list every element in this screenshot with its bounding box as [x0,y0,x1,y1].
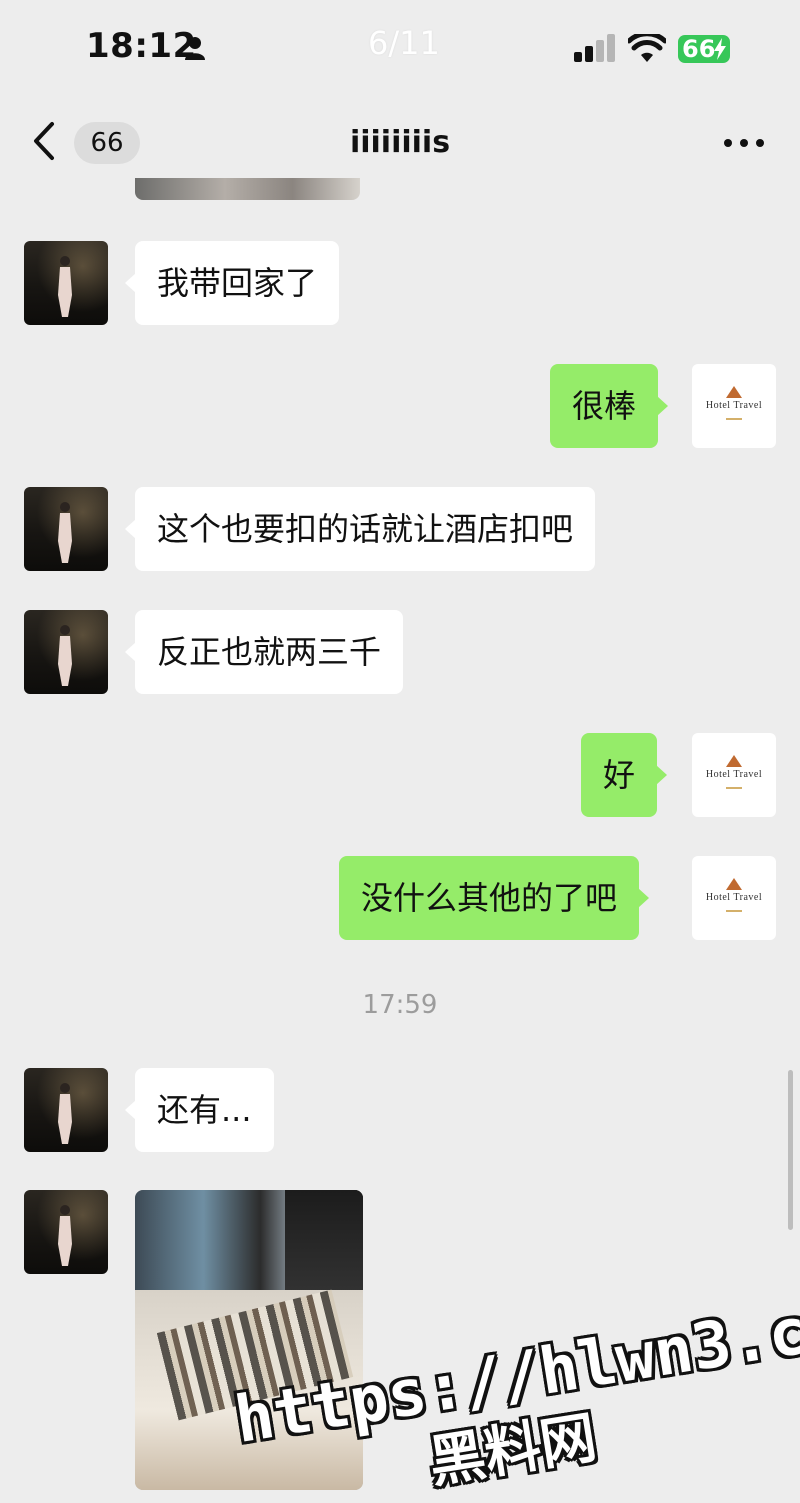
contact-avatar[interactable] [24,1068,108,1152]
person-icon [185,37,205,60]
wifi-icon [628,34,666,62]
scrollbar[interactable] [788,1070,793,1230]
self-avatar[interactable]: Hotel Travel [692,364,776,448]
hotel-logo-icon [726,386,742,398]
previous-image-message[interactable] [135,178,360,200]
chat-header: 66 iiiiiiiis [0,95,800,190]
bolt-icon [714,38,726,60]
self-avatar[interactable]: Hotel Travel [692,733,776,817]
message-bubble-outgoing[interactable]: 没什么其他的了吧 [339,856,650,940]
message-timestamp: 17:59 [362,990,438,1020]
message-bubble-outgoing[interactable]: 很棒 [550,364,669,448]
status-bar: 18:12 6/11 66 [0,0,800,95]
image-counter: 6/11 [368,24,440,62]
logo-text: Hotel Travel [705,769,763,780]
message-bubble-incoming[interactable]: 我带回家了 [124,241,340,325]
status-time: 18:12 [86,26,197,66]
battery-indicator: 66 [678,35,730,63]
contact-avatar[interactable] [24,610,108,694]
logo-text: Hotel Travel [705,892,763,903]
message-bubble-incoming[interactable]: 这个也要扣的话就让酒店扣吧 [124,487,596,571]
message-bubble-outgoing[interactable]: 好 [581,733,668,817]
logo-text: Hotel Travel [705,400,763,411]
hotel-logo-icon [726,755,742,767]
contact-avatar[interactable] [24,241,108,325]
more-dots-icon[interactable] [722,137,766,149]
message-bubble-incoming[interactable]: 还有... [125,1068,274,1152]
signal-icon [574,34,615,62]
battery-level: 66 [682,35,716,63]
self-avatar[interactable]: Hotel Travel [692,856,776,940]
message-bubble-incoming[interactable]: 反正也就两三千 [124,610,404,694]
hotel-logo-icon [726,878,742,890]
contact-avatar[interactable] [24,487,108,571]
contact-avatar[interactable] [24,1190,108,1274]
watermark: https://hlwn3.com 黑料网 [230,1283,800,1496]
chat-title: iiiiiiiis [349,125,451,160]
